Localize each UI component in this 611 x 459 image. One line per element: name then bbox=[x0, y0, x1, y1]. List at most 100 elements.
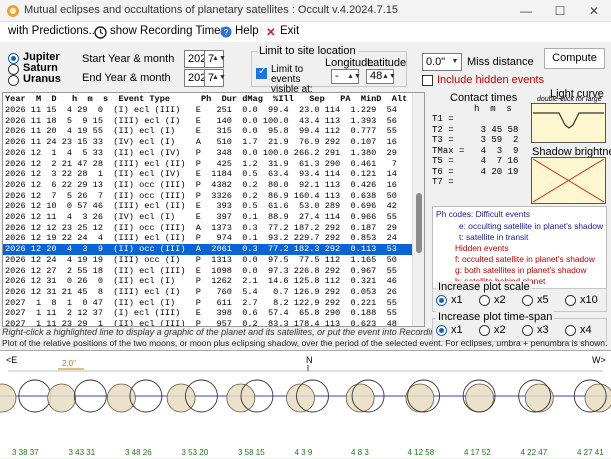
contact-time-line: TMax = 4 3 9 bbox=[432, 145, 519, 156]
limit-events-checkbox[interactable] bbox=[256, 66, 267, 79]
table-scrollbar[interactable] bbox=[412, 93, 424, 326]
time-span-radio-x3[interactable] bbox=[522, 325, 533, 336]
plot-scale-radio-x2[interactable] bbox=[479, 295, 490, 306]
moon-occulted-disk bbox=[0, 383, 17, 413]
table-row[interactable]: 2026 12 2 21 47 28 (III) ecl (II) P 425 … bbox=[3, 159, 413, 170]
table-row[interactable]: 2026 12 31 0 26 0 (II) ecl (I) P 1262 2.… bbox=[3, 276, 413, 287]
time-span-radio-x2[interactable] bbox=[479, 325, 490, 336]
menu-bar: with Predictions... show Recording Timer… bbox=[0, 22, 611, 42]
radio-saturn[interactable] bbox=[8, 64, 19, 75]
plot-scale-radio-x10[interactable] bbox=[565, 295, 576, 306]
table-row[interactable]: 2026 12 12 23 25 12 (II) occ (III) A 137… bbox=[3, 223, 413, 234]
end-month-input[interactable]: 7 ▲▼ bbox=[204, 69, 226, 87]
moon-occulted-disk bbox=[286, 383, 315, 413]
time-span-label: Increase plot time-span bbox=[436, 311, 555, 323]
miss-distance-label: Miss distance bbox=[467, 56, 534, 68]
contact-time-line: T3 = 3 59 2 bbox=[432, 135, 519, 145]
exit-icon: ✕ bbox=[266, 27, 276, 39]
spin-icon: ▲▼ bbox=[347, 73, 361, 80]
table-row[interactable]: 2026 12 7 5 26 7 (II) occ (III) P 3326 0… bbox=[3, 191, 413, 202]
table-row[interactable]: 2026 12 6 22 29 13 (II) occ (III) P 4382… bbox=[3, 180, 413, 191]
light-curve-subtitle: double-click for large bbox=[537, 96, 602, 103]
title-bar: Mutual eclipses and occultations of plan… bbox=[0, 0, 611, 22]
plot-time-label: 4 27 41 bbox=[577, 448, 604, 457]
longitude-input[interactable]: - ▲▼ bbox=[331, 69, 361, 84]
maximize-button[interactable]: ☐ bbox=[543, 0, 577, 22]
event-plot[interactable]: <E W> N 2.0" 3 38 37 3 43 31 3 48 26 3 53 2… bbox=[0, 350, 611, 458]
close-window-button[interactable]: ✕ bbox=[577, 0, 611, 22]
spin-icon: ▲▼ bbox=[382, 73, 396, 80]
plot-description: Plot of the relative positions of the tw… bbox=[2, 338, 608, 348]
start-date-label: Start Year & month bbox=[82, 53, 175, 65]
contact-time-line: T2 = 3 45 58 bbox=[432, 124, 519, 135]
time-span-option-label: x3 bbox=[537, 324, 549, 336]
contact-time-line: T5 = 4 7 16 bbox=[432, 156, 519, 166]
moon-occulted-disk bbox=[47, 383, 77, 413]
plot-scale-option-label: x2 bbox=[494, 294, 506, 306]
table-row[interactable]: 2026 12 1 4 5 33 (II) ecl (IV) P 348 0.0… bbox=[3, 148, 413, 159]
table-row[interactable]: 2026 12 27 2 55 18 (II) ecl (III) E 1098… bbox=[3, 266, 413, 277]
table-row[interactable]: 2026 12 10 0 57 46 (III) ecl (II) E 393 … bbox=[3, 201, 413, 212]
time-span-option-label: x2 bbox=[494, 324, 506, 336]
chevron-down-icon: ▼ bbox=[451, 58, 459, 65]
plot-time-label: 3 58 15 bbox=[238, 448, 265, 457]
timer-icon bbox=[94, 26, 107, 39]
start-month-input[interactable]: 7 ▲▼ bbox=[204, 50, 226, 68]
shadow-brightness-graph bbox=[531, 157, 606, 204]
contact-time-line: T6 = 4 20 19 bbox=[432, 166, 519, 177]
hidden-events-label: Include hidden events bbox=[437, 74, 545, 86]
table-row[interactable]: 2026 12 31 21 45 8 (III) ecl (I) P 760 5… bbox=[3, 287, 413, 298]
spin-icon: ▲▼ bbox=[212, 74, 226, 81]
table-row[interactable]: 2027 1 11 2 12 37 (I) ecl (III) E 398 0.… bbox=[3, 308, 413, 319]
light-curve-graph[interactable] bbox=[531, 103, 606, 143]
plot-scale-option-label: x10 bbox=[580, 294, 598, 306]
radio-uranus[interactable] bbox=[8, 75, 19, 86]
table-row[interactable]: 2027 1 11 23 29 1 (II) ecl (III) P 957 0… bbox=[3, 319, 413, 326]
menu-help[interactable]: Help bbox=[235, 25, 259, 37]
plot-scale-option-label: x5 bbox=[537, 294, 549, 306]
minimize-button[interactable]: — bbox=[509, 0, 543, 22]
plot-time-label: 4 17 52 bbox=[464, 448, 491, 457]
plot-scale-option-label: x1 bbox=[451, 294, 463, 306]
table-row[interactable]: 2026 12 3 22 28 1 (II) ecl (IV) E 1184 0… bbox=[3, 169, 413, 180]
time-span-radio-x4[interactable] bbox=[565, 325, 576, 336]
table-row[interactable]: 2026 11 18 5 9 15 (III) ecl (I) E 140 0.… bbox=[3, 116, 413, 127]
menu-exit[interactable]: Exit bbox=[280, 25, 299, 37]
miss-distance-select[interactable]: 0.0" ▼ bbox=[422, 53, 462, 71]
table-row[interactable]: 2026 11 15 4 29 0 (I) ecl (III) E 251 0.… bbox=[3, 105, 413, 116]
scroll-thumb[interactable] bbox=[416, 193, 422, 253]
longitude-value: - bbox=[335, 70, 339, 82]
app-icon bbox=[7, 5, 19, 17]
radio-jupiter[interactable] bbox=[8, 53, 19, 64]
svg-text:?: ? bbox=[224, 28, 229, 37]
latitude-label: Latitude bbox=[367, 57, 407, 69]
latitude-input[interactable]: 48 ▲▼ bbox=[366, 69, 396, 84]
plot-time-label: 3 53 20 bbox=[182, 448, 209, 457]
moon-occulted-disk bbox=[345, 383, 375, 413]
table-hint: Right-click a highlighted line to displa… bbox=[2, 327, 466, 337]
plot-scale-radio-x1[interactable] bbox=[436, 295, 447, 306]
ph-code-f: f: occulted satellite in planet's shadow bbox=[455, 254, 595, 264]
table-row[interactable]: 2026 11 24 23 15 33 (IV) ecl (I) A 510 1… bbox=[3, 137, 413, 148]
time-span-radio-x1[interactable] bbox=[436, 325, 447, 336]
contact-time-line: T1 = bbox=[432, 114, 454, 124]
table-row[interactable]: 2026 12 20 4 3 9 (II) occ (III) A 2061 0… bbox=[3, 244, 413, 255]
hidden-events-checkbox[interactable] bbox=[422, 75, 433, 86]
compute-button[interactable]: Compute bbox=[544, 48, 605, 69]
plot-time-label: 4 22 47 bbox=[521, 448, 548, 457]
table-row[interactable]: 2026 12 19 22 24 4 (III) ecl (II) P 974 … bbox=[3, 233, 413, 244]
ph-codes-title: Ph codes: Difficult events bbox=[436, 209, 530, 219]
contact-times-title: Contact times bbox=[450, 92, 518, 104]
plot-scale-radio-x5[interactable] bbox=[522, 295, 533, 306]
table-row[interactable]: 2026 12 11 4 3 26 (IV) ecl (I) E 397 0.1… bbox=[3, 212, 413, 223]
table-row[interactable]: 2026 11 20 4 19 55 (II) ecl (I) E 315 0.… bbox=[3, 126, 413, 137]
table-row[interactable]: 2027 1 8 1 0 47 (II) ecl (I) P 611 2.7 8… bbox=[3, 298, 413, 309]
plot-time-label: 3 48 26 bbox=[125, 448, 152, 457]
table-header: Year M D h m s Event Type Ph Dur dMag %I… bbox=[5, 94, 408, 104]
menu-predictions[interactable]: with Predictions... bbox=[8, 25, 98, 37]
table-row[interactable]: 2026 12 24 4 19 19 (III) occ (I) P 1313 … bbox=[3, 255, 413, 266]
limit-events-label: Limit to events visible at: bbox=[271, 64, 313, 95]
ph-code-t: t: satellite in transit bbox=[459, 232, 529, 242]
menu-recording-timer[interactable]: show Recording Timer bbox=[110, 25, 224, 37]
site-group-label: Limit to site location bbox=[257, 45, 358, 57]
